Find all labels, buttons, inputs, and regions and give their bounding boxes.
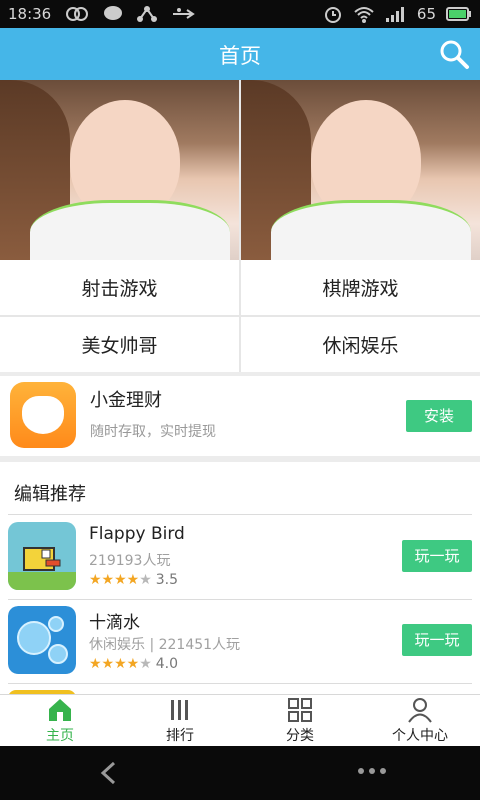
promo-app-name: 小金理财 xyxy=(90,390,162,411)
play-button[interactable]: 玩一玩 xyxy=(402,540,472,572)
alarm-icon xyxy=(324,7,341,23)
star-rating: ★★★★★ 4.0 xyxy=(89,656,179,672)
tab-ranking[interactable]: 排行 xyxy=(120,695,240,746)
tab-label: 主页 xyxy=(46,727,74,744)
tab-label: 排行 xyxy=(166,727,194,744)
flappy-bird-icon xyxy=(8,522,76,590)
share-icon xyxy=(137,6,158,22)
tab-profile[interactable]: 个人中心 xyxy=(360,695,480,746)
xiaojin-app-icon xyxy=(10,382,76,448)
divider xyxy=(8,514,472,515)
editor-recommend-section: 编辑推荐 Flappy Bird 219193人玩 ★★★★★3.5 玩一玩 xyxy=(0,462,480,702)
play-button[interactable]: 玩一玩 xyxy=(402,624,472,656)
app-name: 十滴水 xyxy=(89,613,140,633)
promo-app-row[interactable]: 小金理财 随时存取，实时提现 安装 xyxy=(0,376,480,456)
title-bar: 首页 xyxy=(0,28,480,80)
category-casual[interactable]: 休闲娱乐 xyxy=(241,317,480,372)
status-time: 18:36 xyxy=(8,5,52,23)
back-icon[interactable] xyxy=(96,760,122,786)
tab-categories[interactable]: 分类 xyxy=(240,695,360,746)
bottom-tab-bar: 主页 排行 分类 个人中心 xyxy=(0,694,480,746)
person-icon xyxy=(408,697,432,723)
banner-image-left[interactable] xyxy=(0,80,239,260)
category-grid: 射击游戏 棋牌游戏 美女帅哥 休闲娱乐 xyxy=(0,260,480,372)
category-shooting[interactable]: 射击游戏 xyxy=(0,260,239,315)
link-icon xyxy=(66,7,89,21)
category-board[interactable]: 棋牌游戏 xyxy=(241,260,480,315)
category-beauty[interactable]: 美女帅哥 xyxy=(0,317,239,372)
list-item[interactable]: 十滴水 休闲娱乐 | 221451人玩 ★★★★★ 4.0 玩一玩 xyxy=(0,600,480,684)
banner-image-right[interactable] xyxy=(241,80,480,260)
more-icon[interactable] xyxy=(356,766,388,776)
signal-icon xyxy=(385,7,404,22)
bars-icon xyxy=(171,699,188,720)
wifi-icon xyxy=(354,7,374,23)
home-icon xyxy=(49,698,71,721)
water-drops-icon xyxy=(8,606,76,674)
grid-icon xyxy=(288,697,312,722)
install-button[interactable]: 安装 xyxy=(406,400,472,432)
chat-icon xyxy=(104,6,123,20)
status-bar: 18:36 65 xyxy=(0,0,480,28)
app-meta: 休闲娱乐 | 221451人玩 xyxy=(89,637,241,653)
usb-icon xyxy=(173,8,196,19)
app-meta: 219193人玩 xyxy=(89,553,171,569)
banner-carousel[interactable] xyxy=(0,80,480,260)
app-name: Flappy Bird xyxy=(89,524,185,544)
tab-label: 分类 xyxy=(286,727,314,744)
tab-home[interactable]: 主页 xyxy=(0,695,120,746)
list-item[interactable]: Flappy Bird 219193人玩 ★★★★★ 3.5 玩一玩 xyxy=(0,516,480,600)
rating-score: 4.0 xyxy=(155,656,179,672)
promo-app-subtitle: 随时存取，实时提现 xyxy=(90,424,216,440)
battery-icon xyxy=(446,7,471,21)
page-title: 首页 xyxy=(219,44,261,68)
section-title: 编辑推荐 xyxy=(14,484,86,505)
tab-label: 个人中心 xyxy=(392,727,448,744)
star-rating: ★★★★★ 3.5 xyxy=(89,572,179,588)
battery-percent: 65 xyxy=(416,5,436,23)
rating-score: 3.5 xyxy=(155,572,179,588)
search-icon[interactable] xyxy=(438,38,470,70)
notification-icons xyxy=(65,5,196,23)
system-nav-bar xyxy=(0,746,480,800)
